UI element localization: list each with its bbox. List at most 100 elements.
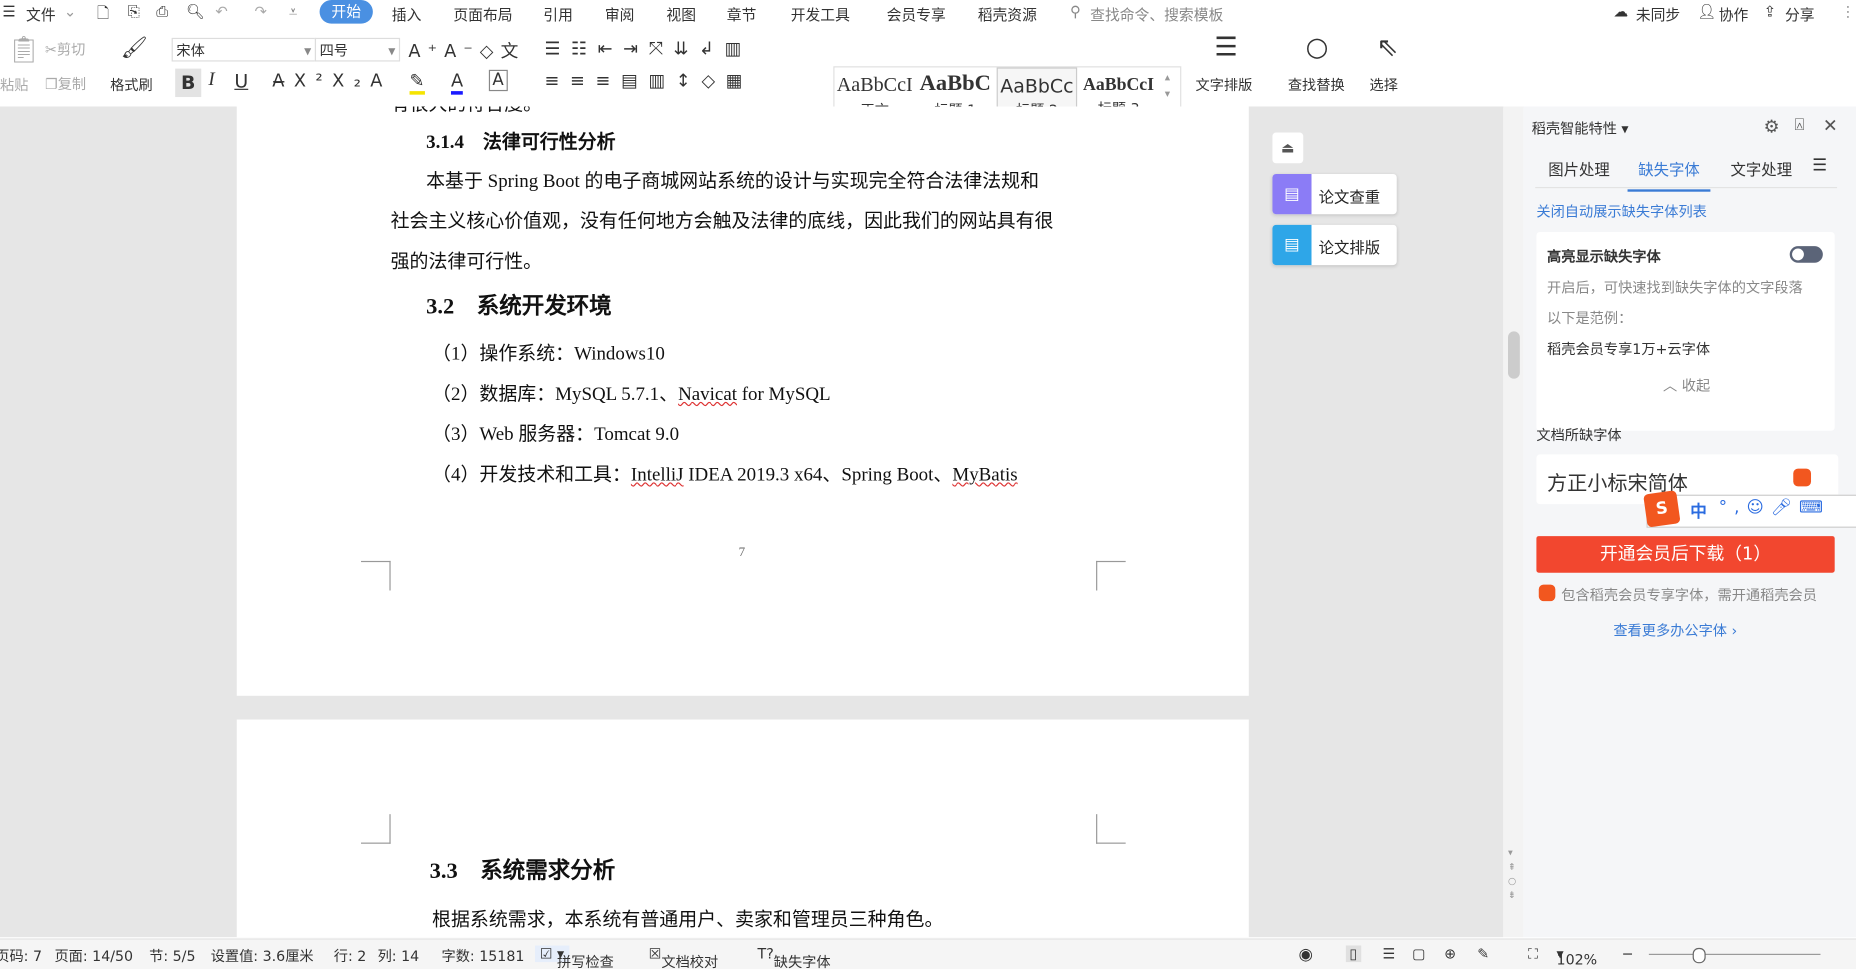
missing-label: 文档所缺字体 <box>1536 427 1622 444</box>
status-page-code[interactable]: 页码: 7 <box>0 946 42 966</box>
tab-text[interactable]: 文字处理 <box>1731 157 1793 180</box>
page-view-icon[interactable]: ▯ <box>1345 945 1361 963</box>
spelling-error[interactable]: MyBatis <box>952 465 1017 485</box>
font-size-select[interactable]: 四号 ▾ <box>314 37 401 62</box>
paste-icon[interactable]: 📋︎ <box>7 36 40 66</box>
scroll-thumb[interactable] <box>1507 331 1520 379</box>
ime-tool-icons[interactable]: °,☺🎤︎⌨ <box>1719 498 1830 517</box>
document-area[interactable]: 有很大的符合度。 3.1.4 法律可行性分析 本基于 Spring Boot 的… <box>0 106 1504 938</box>
zoom-out-icon[interactable]: − <box>1622 946 1634 963</box>
docer-badge-icon <box>1793 468 1812 487</box>
save-icon[interactable]: 🗋 <box>97 2 109 27</box>
sync-status[interactable]: 未同步 <box>1636 2 1680 24</box>
tab-home[interactable]: 开始 <box>319 0 373 24</box>
tab-developer[interactable]: 开发工具 <box>791 2 850 24</box>
tab-insert[interactable]: 插入 <box>392 2 422 24</box>
alignment-icons[interactable]: ≡≡≡▤▥↕◇▦ <box>544 70 753 91</box>
pin-icon[interactable]: ⍓ <box>1794 116 1804 135</box>
export-icon[interactable]: ⎘ <box>128 2 140 21</box>
find-replace-button[interactable]: 查找替换 <box>1288 75 1345 95</box>
spelling-error[interactable]: IntelliJ <box>631 465 684 485</box>
status-setting: 设置值: 3.6厘米 <box>210 947 314 965</box>
tab-docer[interactable]: 稻壳资源 <box>978 2 1037 24</box>
undo-icon[interactable]: ↶ <box>215 2 227 20</box>
web-view-icon[interactable]: ⊕ <box>1444 946 1456 963</box>
font-color-icon[interactable]: A <box>450 70 464 95</box>
page-nav-icons[interactable]: ▾ ⇞ ○ ⇟ <box>1508 846 1516 903</box>
status-page[interactable]: 页面: 14/50 <box>54 946 133 966</box>
outline-view-icon[interactable]: ☰ <box>1383 946 1396 963</box>
status-words[interactable]: 字数: 15181 <box>442 946 525 966</box>
copy-button[interactable]: ❐复制 <box>45 73 86 93</box>
share-button[interactable]: 分享 <box>1785 2 1815 24</box>
eye-protection-icon[interactable]: ◉ <box>1298 946 1312 965</box>
panel-title[interactable]: 稻壳智能特性 ▾ <box>1532 118 1629 138</box>
close-icon[interactable]: ✕ <box>1823 115 1838 136</box>
share-icon: ⇪ <box>1763 2 1777 21</box>
margin-corner <box>361 814 391 844</box>
paper-check-button[interactable]: ▤ 论文查重 <box>1272 173 1397 215</box>
format-painter-button[interactable]: 格式刷 <box>110 75 153 95</box>
more-fonts-label: 查看更多办公字体 <box>1613 622 1727 640</box>
customize-icon[interactable]: ⩡ <box>289 2 297 21</box>
ime-mode[interactable]: 中 <box>1690 499 1707 523</box>
tab-view[interactable]: 视图 <box>666 2 696 24</box>
collapse-button[interactable]: ︿ 收起 <box>1663 375 1710 395</box>
tab-image[interactable]: 图片处理 <box>1548 157 1610 180</box>
download-button[interactable]: 开通会员后下载（1） <box>1536 536 1835 573</box>
print-icon[interactable]: ⎙ <box>156 2 168 21</box>
page-8: 3.3 系统需求分析 根据系统需求，本系统有普通用户、卖家和管理员三种角色。 <box>236 719 1249 938</box>
cut-button[interactable]: ✂剪切 <box>45 39 85 59</box>
read-view-icon[interactable]: ▢ <box>1412 946 1425 963</box>
text-layout-button[interactable]: 文字排版 <box>1196 75 1253 95</box>
side-panel: 稻壳智能特性 ▾ ⚙ ⍓ ✕ 图片处理 缺失字体 文字处理 ☰ 关闭自动展示缺失… <box>1523 106 1856 938</box>
tab-chapter[interactable]: 章节 <box>727 2 757 24</box>
highlight-icon[interactable]: ✎ <box>409 70 425 95</box>
spelling-error[interactable]: Navicat <box>678 385 737 405</box>
tab-review[interactable]: 审阅 <box>605 2 635 24</box>
gear-icon[interactable]: ⚙ <box>1764 116 1780 137</box>
more-fonts-link[interactable]: 查看更多办公字体 › <box>1613 620 1737 640</box>
more-icon[interactable]: ⋮ <box>1841 2 1856 20</box>
char-shading-icon[interactable]: A <box>488 69 508 92</box>
paper-layout-button[interactable]: ▤ 论文排版 <box>1272 224 1397 266</box>
tab-member[interactable]: 会员专享 <box>887 2 946 24</box>
collab-button[interactable]: 协作 <box>1719 2 1749 24</box>
zoom-slider[interactable] <box>1648 947 1821 964</box>
heading-3-2: 3.2 系统开发环境 <box>426 294 612 320</box>
collapse-float-icon[interactable]: ⏏ <box>1272 132 1304 164</box>
docer-badge-icon <box>1538 584 1556 602</box>
file-menu[interactable]: 文件 <box>26 2 56 24</box>
select-button[interactable]: 选择 <box>1370 75 1398 95</box>
print-preview-icon[interactable]: 🔍︎ <box>186 2 205 21</box>
underline-icon[interactable]: U <box>234 70 248 92</box>
proofread-button[interactable]: ☒ 文档校对 <box>649 946 719 971</box>
highlight-toggle[interactable] <box>1789 246 1823 263</box>
list-indent-icons[interactable]: ☰☷⇤⇥⤧⇊↲▥ <box>544 38 752 59</box>
text-format-icons[interactable]: A̶X²X₂A <box>272 70 392 91</box>
vertical-scrollbar[interactable]: ▾ ⇞ ○ ⇟ <box>1503 106 1524 938</box>
menu-icon[interactable]: ☰ <box>2 2 15 20</box>
font-select[interactable]: 宋体 ▾ <box>171 37 317 62</box>
text: IDEA 2019.3 x64、Spring Boot、 <box>683 465 953 486</box>
heading-3-3: 3.3 系统需求分析 <box>429 859 616 884</box>
zoom-select[interactable]: 102% ▾ <box>1557 946 1598 968</box>
command-search-input[interactable]: 查找命令、搜索模板 <box>1090 2 1223 24</box>
write-view-icon[interactable]: ✎ <box>1477 946 1489 963</box>
tab-layout[interactable]: 页面布局 <box>453 2 512 24</box>
redo-icon[interactable]: ↷ <box>254 2 266 20</box>
list-item: （2）数据库：MySQL 5.7.1、Navicat for MySQL <box>432 377 831 405</box>
menu-icon[interactable]: ☰ <box>1812 156 1827 175</box>
missing-font-button[interactable]: T? 缺失字体 <box>758 946 831 971</box>
spell-check-button[interactable]: ☑ 拼写检查 ▾ <box>535 945 614 970</box>
italic-icon[interactable]: I <box>208 70 214 91</box>
font-tools[interactable]: A⁺A⁻◇文 <box>408 38 525 63</box>
chevron-down-icon[interactable]: ⌄ <box>64 2 76 20</box>
tab-references[interactable]: 引用 <box>543 2 573 24</box>
bold-icon[interactable]: B <box>175 68 202 98</box>
ime-toolbar[interactable]: S 中 °,☺🎤︎⌨ <box>1643 490 1856 528</box>
paste-button[interactable]: 粘贴 <box>0 75 28 95</box>
fit-page-icon[interactable]: ⛶ <box>1528 946 1538 964</box>
close-auto-link[interactable]: 关闭自动展示缺失字体列表 <box>1536 201 1706 221</box>
zoom-slider-thumb[interactable] <box>1693 947 1707 964</box>
